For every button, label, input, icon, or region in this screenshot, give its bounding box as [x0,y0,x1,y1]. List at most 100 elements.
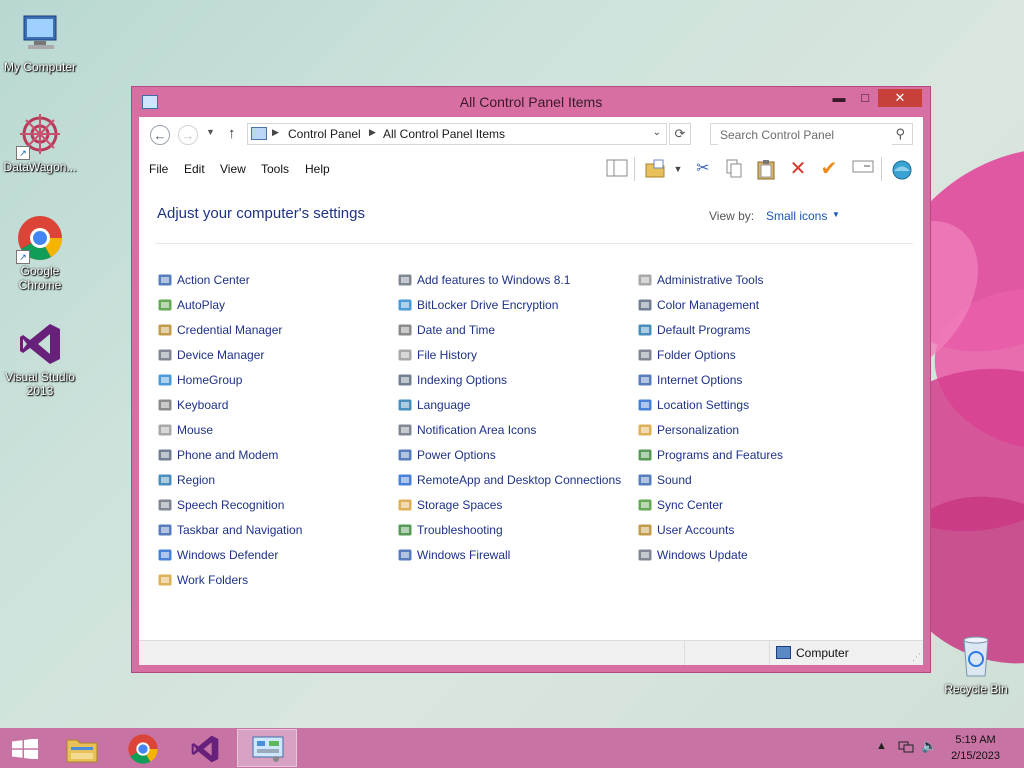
datawagon-icon: ↗ [16,110,64,160]
properties-check-icon[interactable]: ✔ [818,158,840,180]
desktop-icon-chrome[interactable]: ↗ Google Chrome [0,214,80,292]
rename-icon[interactable] [852,158,874,180]
menu-view[interactable]: View [220,162,246,176]
organize-dropdown-icon[interactable]: ▼ [667,158,689,180]
shell-globe-icon[interactable] [891,158,913,180]
cp-item-label: RemoteApp and Desktop Connections [417,473,622,487]
volume-icon[interactable]: 🔈 [921,738,937,754]
delete-icon[interactable]: ✕ [787,158,809,180]
internet-options-icon [637,372,653,388]
breadcrumb-all-items[interactable]: All Control Panel Items [383,127,505,141]
taskbar-chrome[interactable] [113,729,173,767]
work-folders-icon [157,572,173,588]
desktop-icon-label: My Computer [3,60,77,74]
troubleshooting-icon [397,522,413,538]
breadcrumb-separator[interactable]: ▶ [369,127,376,138]
chrome-icon [128,734,158,764]
default-programs-icon [637,322,653,338]
credential-manager-icon [157,322,173,338]
language-icon [397,397,413,413]
search-icon[interactable]: ⚲ [895,126,905,142]
cp-item-label: BitLocker Drive Encryption [417,298,559,312]
taskbar: ▲ 🔈 5:19 AM 2/15/2023 [0,728,1024,768]
breadcrumb-separator[interactable]: ▶ [272,127,279,138]
cp-item-label: Internet Options [657,373,743,387]
cp-item-label: Add features to Windows 8.1 [417,273,571,287]
search-input[interactable] [718,125,892,145]
forward-button[interactable]: → [178,125,198,145]
control-panel-icon [252,736,284,762]
search-box[interactable]: ⚲ [710,123,913,145]
address-bar[interactable]: ▶ Control Panel ▶ All Control Panel Item… [247,123,667,145]
minimize-button[interactable]: ▬ [826,89,852,107]
recent-pages-dropdown[interactable]: ▼ [206,127,215,137]
show-hidden-icons-icon[interactable]: ▲ [876,740,887,752]
desktop-icon-visual-studio[interactable]: Visual Studio 2013 [0,320,80,398]
refresh-button[interactable]: ⟳ [669,123,691,145]
paste-icon[interactable] [755,158,777,180]
start-button[interactable] [0,729,50,767]
view-by-select[interactable]: Small icons [766,209,827,223]
cp-item-label: Power Options [417,448,496,462]
cp-item-label: Phone and Modem [177,448,279,462]
date-and-time-icon [397,322,413,338]
clock[interactable]: 5:19 AM 2/15/2023 [951,732,1000,764]
taskbar-file-explorer[interactable] [52,729,112,767]
taskbar-visual-studio[interactable] [175,729,235,767]
copy-icon[interactable] [723,158,745,180]
status-location: Computer [796,646,849,660]
cp-item-label: Speech Recognition [177,498,285,512]
cp-item-label: Taskbar and Navigation [177,523,303,537]
desktop-icon-label: Google Chrome [18,264,62,292]
computer-icon [16,10,64,58]
visual-studio-icon [191,735,219,763]
action-center-icon [157,272,173,288]
cp-item-label: User Accounts [657,523,735,537]
title-bar[interactable]: All Control Panel Items ▬ □ ✕ [132,87,930,117]
menu-edit[interactable]: Edit [184,162,205,176]
cp-item-label: Credential Manager [177,323,283,337]
cp-item-label: Sync Center [657,498,724,512]
shortcut-arrow-icon: ↗ [16,146,30,160]
cp-item-label: Language [417,398,471,412]
desktop-icon-datawagon[interactable]: ↗ DataWagon... [0,110,80,174]
menu-tools[interactable]: Tools [261,162,289,176]
phone-and-modem-icon [157,447,173,463]
visual-studio-icon [16,320,64,368]
programs-and-features-icon [637,447,653,463]
network-icon[interactable] [898,740,914,757]
layout-pane-icon[interactable] [606,158,628,180]
menu-file[interactable]: File [149,162,168,176]
desktop-icon-label: Recycle Bin [944,682,1008,696]
indexing-options-icon [397,372,413,388]
taskbar-control-panel[interactable] [237,729,297,767]
close-button[interactable]: ✕ [878,89,922,107]
up-button[interactable]: ↑ [228,125,236,142]
back-button[interactable]: ← [150,125,170,145]
address-dropdown-icon[interactable]: ⌄ [653,127,661,138]
folder-options-icon[interactable] [644,158,666,180]
menu-help[interactable]: Help [305,162,330,176]
resize-grip-icon[interactable]: ⋰ [912,652,921,663]
notification-area-icons-icon [397,422,413,438]
desktop-icon-my-computer[interactable]: My Computer [0,10,80,74]
cp-item-label: HomeGroup [177,373,243,387]
breadcrumb-control-panel[interactable]: Control Panel [288,127,361,141]
cut-icon[interactable]: ✂ [692,158,714,180]
personalization-icon [637,422,653,438]
cp-item-label: Notification Area Icons [417,423,537,437]
chevron-down-icon[interactable]: ▼ [832,210,840,219]
control-panel-window[interactable]: All Control Panel Items ▬ □ ✕ ← → ▼ ↑ ▶ … [131,86,931,673]
cp-item-label: Device Manager [177,348,265,362]
cp-item-label: Personalization [657,423,740,437]
desktop-icon-recycle-bin[interactable]: Recycle Bin [936,632,1016,696]
cp-item-label: Windows Defender [177,548,279,562]
remoteapp-and-desktop-connections-icon [397,472,413,488]
computer-icon [776,646,791,659]
status-bar: Computer ⋰ [139,640,923,665]
maximize-button[interactable]: □ [852,89,878,107]
cp-item-label: Indexing Options [417,373,508,387]
windows-firewall-icon [397,547,413,563]
view-by-label: View by: [709,209,755,223]
address-row: ← → ▼ ↑ ▶ Control Panel ▶ All Control Pa… [139,117,923,153]
